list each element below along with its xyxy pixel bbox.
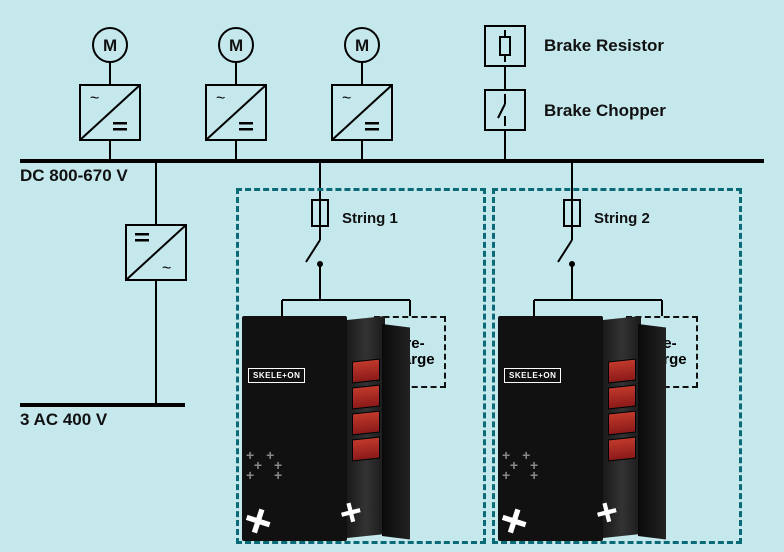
storage-cabinet-1: SKELE+ON + + + ++ + + + bbox=[242, 316, 412, 541]
motor-1-label: M bbox=[103, 36, 117, 56]
brake-chopper-label: Brake Chopper bbox=[544, 101, 666, 121]
brake-resistor-label: Brake Resistor bbox=[544, 36, 664, 56]
dc-bus-label: DC 800-670 V bbox=[20, 166, 128, 186]
string-2-label: String 2 bbox=[594, 210, 650, 227]
cabinet-brand: SKELE+ON bbox=[253, 371, 300, 380]
cabinet-brand-2: SKELE+ON bbox=[509, 371, 556, 380]
svg-text:~: ~ bbox=[162, 260, 171, 277]
svg-text:~: ~ bbox=[90, 90, 99, 107]
svg-text:~: ~ bbox=[216, 90, 225, 107]
ac-bus-label: 3 AC 400 V bbox=[20, 410, 107, 430]
svg-text:~: ~ bbox=[342, 90, 351, 107]
storage-cabinet-2: SKELE+ON + + + ++ + + + bbox=[498, 316, 668, 541]
motor-3-label: M bbox=[355, 36, 369, 56]
motor-2-label: M bbox=[229, 36, 243, 56]
string-1-label: String 1 bbox=[342, 210, 398, 227]
